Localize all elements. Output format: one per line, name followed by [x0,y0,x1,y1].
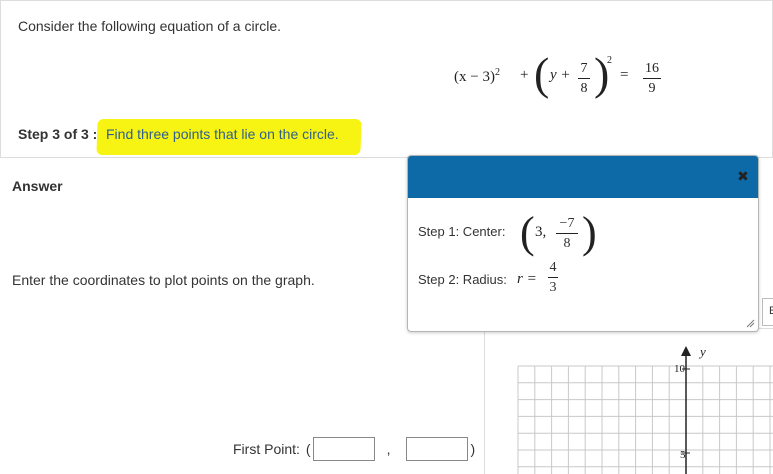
resize-handle-icon[interactable] [745,318,755,328]
step-instruction: Find three points that lie on the circle… [106,126,339,142]
y-axis-label: y [698,344,706,359]
equation-equals: = [620,67,629,83]
close-paren: ) [470,441,476,457]
graph-instructions: Enter the coordinates to plot points on … [12,272,315,288]
center-open-paren: ( [520,208,535,257]
center-x-value: 3, [535,224,547,240]
hint-popup[interactable]: ✖ Step 1: Center: ( 3, −7 8 ) Step 2: Rad… [407,155,759,332]
side-tab-button[interactable]: E [762,298,773,326]
first-point-x-input[interactable] [312,437,375,461]
coordinate-graph[interactable]: y 10 5 [484,328,773,474]
step1-label: Step 1: Center: [418,224,506,239]
equation-outer-exponent: 2 [607,55,612,66]
step1-row: Step 1: Center: ( 3, −7 8 ) [418,208,638,257]
equation-plus: + [520,67,529,83]
radius-variable: r = [517,271,537,287]
first-point-y-input[interactable] [406,437,469,461]
graph-grid [517,365,773,474]
comma-separator: , [386,441,391,457]
center-y-fraction: −7 8 [556,216,578,251]
open-paren: ( [305,441,311,457]
question-panel: Consider the following equation of a cir… [0,0,773,157]
step-prefix: Step 3 of 3 : [18,126,98,142]
popup-header-bar[interactable]: ✖ [408,156,758,198]
radius-fraction: 43 [548,260,558,295]
equation-term-x: (x − 3)2 [454,67,500,85]
center-close-paren: ) [582,208,597,257]
equation-open-paren: ( [534,48,550,99]
equation-term-y: y + [550,67,571,83]
tick-label-10: 10 [674,363,686,375]
first-point-row: First Point: ( , ) [233,437,475,461]
first-point-label: First Point: [233,441,300,457]
close-icon[interactable]: ✖ [736,169,750,183]
y-axis-arrow-icon [681,346,691,356]
step2-row: Step 2: Radius: r = 43 [418,260,638,296]
step2-label: Step 2: Radius: [418,272,507,287]
intro-text: Consider the following equation of a cir… [18,18,282,34]
tick-label-5: 5 [680,449,686,461]
equation-fraction-7-8: 78 [578,61,590,96]
answer-heading: Answer [12,178,63,194]
equation-fraction-16-9: 16 9 [643,61,661,96]
